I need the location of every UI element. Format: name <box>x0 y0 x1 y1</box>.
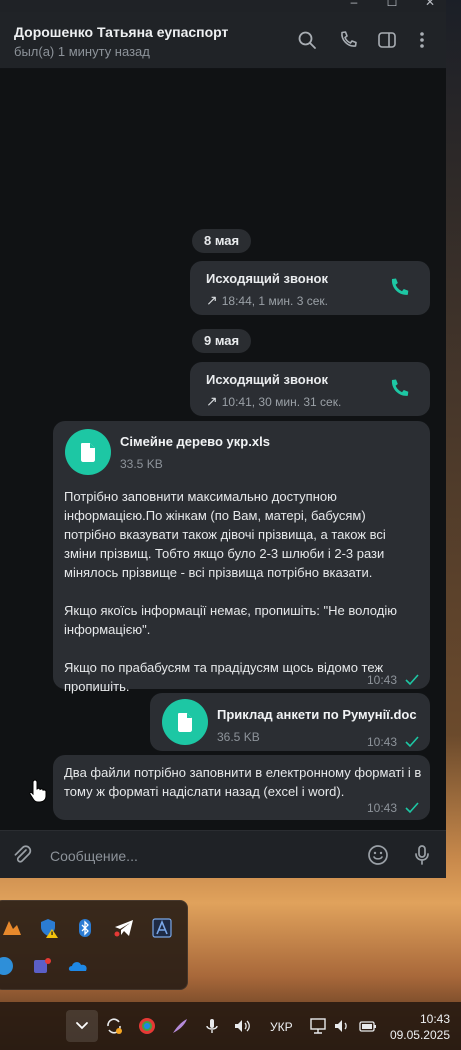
pen-icon[interactable] <box>170 1016 190 1036</box>
call-title: Исходящий звонок <box>206 271 329 286</box>
input-language-indicator[interactable]: УКР <box>270 1020 293 1034</box>
app-tray-icon[interactable] <box>1 917 23 939</box>
clock-date: 09.05.2025 <box>389 1028 450 1042</box>
message-time: 10:43 <box>367 801 398 815</box>
phone-icon[interactable] <box>338 30 358 50</box>
document-icon <box>178 713 192 732</box>
call-title: Исходящий звонок <box>206 372 329 387</box>
title-bar: – ☐ ✕ <box>0 0 446 12</box>
sync-icon[interactable] <box>104 1016 124 1036</box>
security-warning-icon[interactable] <box>39 917 61 939</box>
telegram-window: – ☐ ✕ Дорошенко Татьяна еупаспорт был(а)… <box>0 0 446 878</box>
call-meta-text: 18:44, 1 мин. 3 сек. <box>221 294 328 308</box>
contact-name[interactable]: Дорошенко Татьяна еупаспорт <box>14 24 228 40</box>
file-size: 33.5 KB <box>120 457 163 471</box>
contact-status: был(а) 1 минуту назад <box>14 44 150 59</box>
file-download-button[interactable] <box>162 699 208 745</box>
copilot-icon[interactable] <box>137 1016 157 1036</box>
onedrive-icon[interactable] <box>67 955 89 977</box>
tray-overflow-popup <box>0 900 188 990</box>
read-check-icon <box>405 736 419 748</box>
hand-cursor-icon <box>29 779 47 803</box>
outgoing-file-message[interactable]: Сімейне дерево укр.xls 33.5 KB Потрібно … <box>53 421 430 694</box>
clock-time: 10:43 <box>419 1012 450 1026</box>
teams-notification-icon[interactable] <box>31 955 53 977</box>
app-a-icon[interactable] <box>151 917 173 939</box>
edge-tray-icon[interactable] <box>0 955 15 977</box>
read-check-icon <box>405 802 419 814</box>
network-icon[interactable] <box>308 1016 328 1036</box>
read-check-icon <box>405 674 419 686</box>
file-size: 36.5 KB <box>217 730 260 744</box>
message-time: 10:43 <box>367 673 398 687</box>
call-details: ↗ 10:41, 30 мин. 31 сек. <box>206 393 341 410</box>
outgoing-call-message[interactable]: Исходящий звонок ↗ 18:44, 1 мин. 3 сек. <box>190 261 430 315</box>
call-back-icon[interactable] <box>388 378 410 400</box>
outgoing-arrow-icon: ↗ <box>206 292 218 308</box>
document-icon <box>81 443 95 462</box>
search-icon[interactable] <box>297 30 317 50</box>
outgoing-arrow-icon: ↗ <box>206 393 218 409</box>
file-download-button[interactable] <box>65 429 111 475</box>
close-button[interactable]: ✕ <box>420 0 440 8</box>
call-back-icon[interactable] <box>388 277 410 299</box>
taskbar-clock[interactable]: 10:43 09.05.2025 <box>386 1011 450 1043</box>
chat-header: Дорошенко Татьяна еупаспорт был(а) 1 мин… <box>0 12 446 69</box>
volume-icon[interactable] <box>232 1016 252 1036</box>
minimize-button[interactable]: – <box>344 0 364 8</box>
message-text: Два файли потрібно заповнити в електронн… <box>64 765 425 799</box>
message-text: Потрібно заповнити максимально доступною… <box>64 489 397 694</box>
file-name[interactable]: Приклад анкети по Румунії.doc <box>217 707 417 722</box>
date-separator: 8 мая <box>192 229 252 253</box>
emoji-icon[interactable] <box>366 843 390 867</box>
outgoing-file-message[interactable]: Приклад анкети по Румунії.doc 36.5 KB 10… <box>150 693 430 751</box>
message-list[interactable]: 8 мая Исходящий звонок ↗ 18:44, 1 мин. 3 … <box>0 69 446 830</box>
sidebar-toggle-icon[interactable] <box>377 30 397 50</box>
battery-charging-icon[interactable] <box>358 1016 378 1036</box>
chevron-down-icon <box>76 1022 88 1030</box>
message-input[interactable] <box>48 845 352 867</box>
microphone-icon[interactable] <box>410 843 434 867</box>
bluetooth-icon[interactable] <box>74 917 96 939</box>
outgoing-call-message[interactable]: Исходящий звонок ↗ 10:41, 30 мин. 31 сек. <box>190 362 430 416</box>
file-name[interactable]: Сімейне дерево укр.xls <box>120 434 270 449</box>
telegram-tray-icon[interactable] <box>113 917 135 939</box>
call-details: ↗ 18:44, 1 мин. 3 сек. <box>206 292 328 309</box>
more-vertical-icon[interactable] <box>412 30 432 50</box>
call-meta-text: 10:41, 30 мин. 31 сек. <box>221 395 342 409</box>
speaker-icon[interactable] <box>332 1016 352 1036</box>
date-separator: 9 мая <box>192 329 252 353</box>
show-hidden-icons-button[interactable] <box>66 1010 98 1042</box>
outgoing-text-message[interactable]: Два файли потрібно заповнити в електронн… <box>53 755 430 820</box>
message-composer <box>0 830 446 878</box>
taskbar: УКР 10:43 09.05.2025 <box>0 1002 461 1050</box>
attach-icon[interactable] <box>10 843 34 867</box>
maximize-button[interactable]: ☐ <box>382 0 402 8</box>
microphone-tray-icon[interactable] <box>202 1016 222 1036</box>
message-time: 10:43 <box>367 735 398 749</box>
